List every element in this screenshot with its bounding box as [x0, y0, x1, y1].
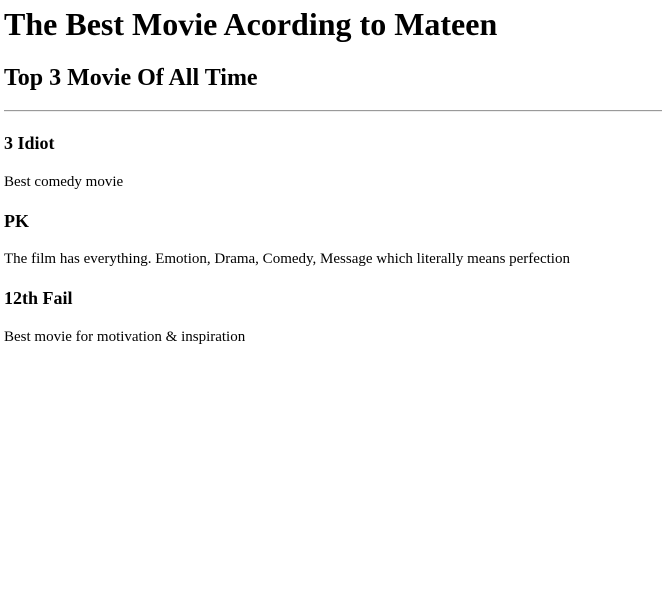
page-title: The Best Movie Acording to Mateen	[4, 6, 498, 42]
movie-description: The film has everything. Emotion, Drama,…	[4, 251, 570, 267]
movie-description: Best movie for motivation & inspiration	[4, 329, 246, 345]
divider	[4, 110, 662, 112]
movie-description: Best comedy movie	[4, 174, 124, 190]
movie-title: 3 Idiot	[4, 133, 55, 153]
page: The Best Movie Acording to Mateen Top 3 …	[0, 0, 662, 592]
movie-title: 12th Fail	[4, 288, 73, 308]
movie-title: PK	[4, 211, 29, 231]
page-subtitle: Top 3 Movie Of All Time	[4, 65, 258, 91]
